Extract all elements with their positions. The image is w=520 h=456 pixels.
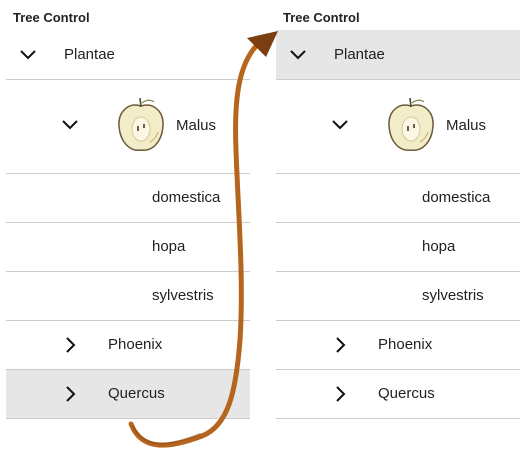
- tree-node-label: Malus: [176, 117, 217, 134]
- apple-icon: [384, 96, 438, 154]
- tree-leaf-hopa[interactable]: hopa: [276, 223, 520, 272]
- tree-node-quercus[interactable]: Quercus: [276, 370, 520, 419]
- chevron-down-icon[interactable]: [60, 115, 80, 135]
- tree-leaf-sylvestris[interactable]: sylvestris: [276, 272, 520, 321]
- tree-leaf-hopa[interactable]: hopa: [6, 223, 250, 272]
- tree-leaf-label: hopa: [152, 238, 186, 255]
- arrow-head-icon: [247, 31, 278, 57]
- tree-node-plantae[interactable]: Plantae: [6, 30, 250, 80]
- chevron-right-icon[interactable]: [330, 384, 350, 404]
- tree-node-phoenix[interactable]: Phoenix: [6, 321, 250, 370]
- tree-node-label: Quercus: [108, 385, 165, 402]
- chevron-right-icon[interactable]: [60, 384, 80, 404]
- tree-node-label: Quercus: [378, 385, 435, 402]
- panel-title: Tree Control: [283, 10, 360, 25]
- tree-node-label: Plantae: [334, 46, 385, 63]
- tree-node-label: Phoenix: [378, 336, 433, 353]
- chevron-down-icon[interactable]: [330, 115, 350, 135]
- tree-leaf-domestica[interactable]: domestica: [276, 174, 520, 223]
- tree-leaf-label: sylvestris: [422, 287, 484, 304]
- tree-node-label: Malus: [446, 117, 487, 134]
- tree-leaf-label: domestica: [152, 189, 221, 206]
- panel-title: Tree Control: [13, 10, 90, 25]
- tree-node-quercus[interactable]: Quercus: [6, 370, 250, 419]
- tree-node-phoenix[interactable]: Phoenix: [276, 321, 520, 370]
- tree-node-malus[interactable]: Malus: [276, 80, 520, 174]
- tree-leaf-label: sylvestris: [152, 287, 214, 304]
- tree-leaf-sylvestris[interactable]: sylvestris: [6, 272, 250, 321]
- tree-node-plantae[interactable]: Plantae: [276, 30, 520, 80]
- tree-leaf-domestica[interactable]: domestica: [6, 174, 250, 223]
- arrow-stroke-shadow: [132, 425, 201, 445]
- chevron-down-icon[interactable]: [288, 45, 308, 65]
- tree-node-malus[interactable]: Malus: [6, 80, 250, 174]
- tree-node-label: Plantae: [64, 46, 115, 63]
- tree-leaf-label: hopa: [422, 238, 456, 255]
- apple-icon: [114, 96, 168, 154]
- tree-node-label: Phoenix: [108, 336, 163, 353]
- chevron-down-icon[interactable]: [18, 45, 38, 65]
- chevron-right-icon[interactable]: [330, 335, 350, 355]
- chevron-right-icon[interactable]: [60, 335, 80, 355]
- tree-leaf-label: domestica: [422, 189, 491, 206]
